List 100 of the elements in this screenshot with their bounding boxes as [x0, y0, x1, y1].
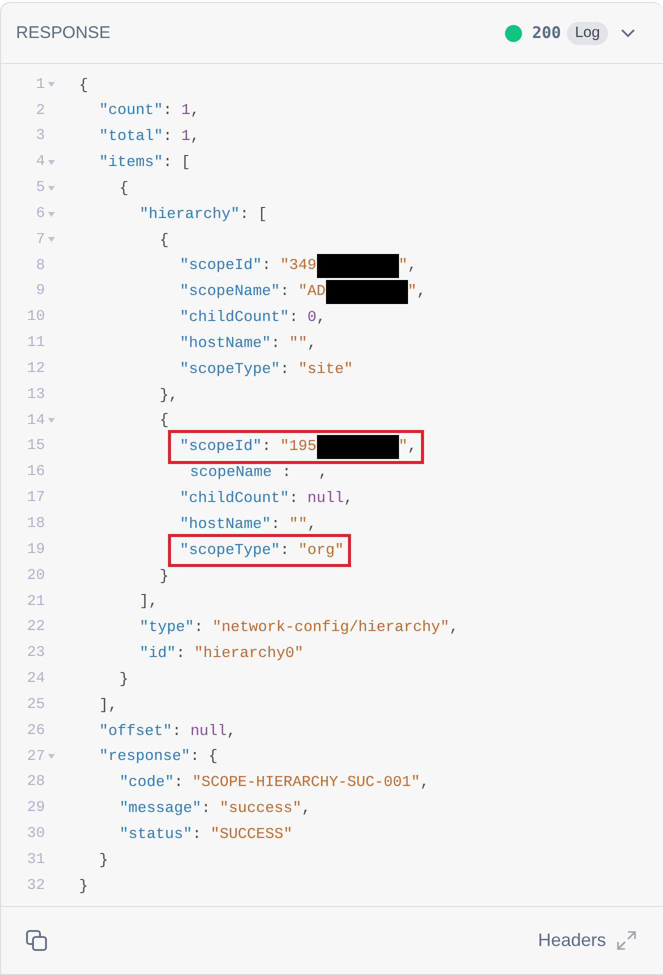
- json-punctuation: :: [194, 617, 204, 638]
- status-code: 200: [532, 22, 561, 44]
- json-key: "scopeType": [180, 358, 280, 381]
- fold-icon[interactable]: [48, 237, 55, 242]
- json-string: "SCOPE-HIERARCHY-SUC-001": [192, 772, 420, 794]
- line-number: 2: [34, 100, 45, 121]
- json-punctuation: :: [270, 514, 282, 535]
- json-punctuation: ,: [190, 126, 200, 148]
- fold-icon[interactable]: [48, 82, 55, 88]
- line-number: 26: [26, 720, 45, 741]
- line-number: 10: [26, 307, 45, 328]
- json-key: "hierarchy": [139, 202, 240, 226]
- json-key: "total": [99, 125, 163, 148]
- json-string: "org": [298, 540, 344, 561]
- json-key: "scopeId": [180, 254, 262, 278]
- line-number: 30: [26, 824, 45, 844]
- json-punctuation: :: [176, 643, 186, 664]
- line-number: 12: [26, 358, 45, 379]
- json-punctuation: ,: [408, 255, 417, 276]
- json-string: "": [289, 514, 308, 535]
- line-number: 19: [26, 540, 45, 560]
- json-string: "195: [280, 436, 317, 458]
- json-key: "offset": [99, 720, 172, 742]
- line-number: 21: [26, 592, 45, 612]
- fold-icon[interactable]: [48, 186, 55, 191]
- json-punctuation: }: [99, 850, 108, 871]
- json-punctuation: :: [262, 255, 272, 276]
- json-value: 0: [307, 307, 317, 328]
- chevron-down-icon[interactable]: [621, 28, 635, 38]
- json-key: "response": [99, 745, 190, 768]
- json-string: "349: [280, 255, 317, 276]
- line-number: 3: [34, 126, 45, 146]
- json-string: "site": [298, 358, 353, 380]
- json-punctuation: },: [160, 384, 178, 406]
- json-punctuation: ],: [139, 591, 158, 612]
- json-key: "count": [99, 99, 163, 122]
- line-number: 11: [26, 333, 45, 354]
- json-punctuation: :: [201, 798, 212, 820]
- json-value: null: [190, 720, 227, 742]
- log-button[interactable]: Log: [566, 22, 608, 44]
- json-key: "items": [99, 151, 163, 174]
- line-number: 13: [26, 384, 45, 405]
- panel-title: RESPONSE: [16, 22, 110, 44]
- json-string: ": [398, 436, 408, 458]
- json-key: "scopeId": [180, 435, 262, 458]
- json-punctuation: }: [79, 876, 88, 897]
- json-key: "type": [139, 616, 194, 640]
- headers-button[interactable]: Headers: [538, 927, 606, 954]
- json-punctuation: ,: [307, 514, 317, 535]
- line-number: 14: [26, 410, 45, 431]
- json-punctuation: ,: [316, 307, 326, 328]
- line-number: 22: [26, 617, 45, 638]
- json-key: "id": [139, 642, 176, 665]
- json-value: 1: [181, 126, 190, 148]
- line-number: 20: [26, 566, 45, 586]
- line-number: 6: [34, 204, 45, 224]
- fold-icon[interactable]: [48, 212, 55, 217]
- json-punctuation: {: [119, 178, 128, 199]
- line-number: 32: [26, 876, 45, 896]
- line-number: 7: [34, 230, 45, 250]
- copy-icon[interactable]: [26, 930, 48, 952]
- json-punctuation: :: [262, 436, 272, 458]
- json-punctuation: }: [119, 668, 128, 690]
- json-string: ": [408, 281, 417, 302]
- json-punctuation: : [: [240, 204, 268, 225]
- json-punctuation: ,: [420, 772, 430, 794]
- line-number: 1: [34, 74, 45, 95]
- json-punctuation: : {: [190, 746, 218, 768]
- line-number: 25: [26, 694, 45, 715]
- line-number: 29: [26, 798, 45, 818]
- json-punctuation: ,: [416, 281, 426, 302]
- json-punctuation: :: [270, 332, 282, 354]
- json-punctuation: :: [162, 100, 174, 122]
- json-key: "hostName": [180, 512, 271, 536]
- json-string: "hierarchy0": [194, 643, 304, 664]
- json-punctuation: ,: [344, 488, 353, 510]
- json-punctuation: :: [289, 488, 300, 510]
- line-number: 5: [34, 178, 45, 198]
- line-number: 17: [26, 488, 45, 508]
- line-number: 16: [26, 462, 45, 482]
- fold-icon[interactable]: [48, 754, 55, 760]
- fold-icon[interactable]: [48, 418, 55, 424]
- json-value: null: [307, 488, 344, 510]
- line-number: 8: [34, 256, 45, 276]
- json-key: "message": [119, 797, 202, 820]
- json-string: "success": [220, 798, 302, 820]
- json-string: "SUCCESS": [210, 824, 292, 845]
- json-punctuation: :: [192, 824, 202, 845]
- expand-icon[interactable]: [616, 930, 637, 951]
- line-number: 9: [34, 281, 45, 302]
- json-string: "": [289, 332, 308, 354]
- json-punctuation: ,: [307, 332, 317, 354]
- line-number: 23: [26, 643, 45, 664]
- json-punctuation: :: [280, 281, 290, 302]
- json-punctuation: ],: [99, 694, 118, 716]
- json-punctuation: {: [160, 230, 169, 251]
- json-key: "scopeType": [180, 538, 280, 562]
- line-number: 31: [26, 850, 45, 870]
- fold-icon[interactable]: [48, 160, 55, 165]
- line-number: 27: [26, 746, 45, 767]
